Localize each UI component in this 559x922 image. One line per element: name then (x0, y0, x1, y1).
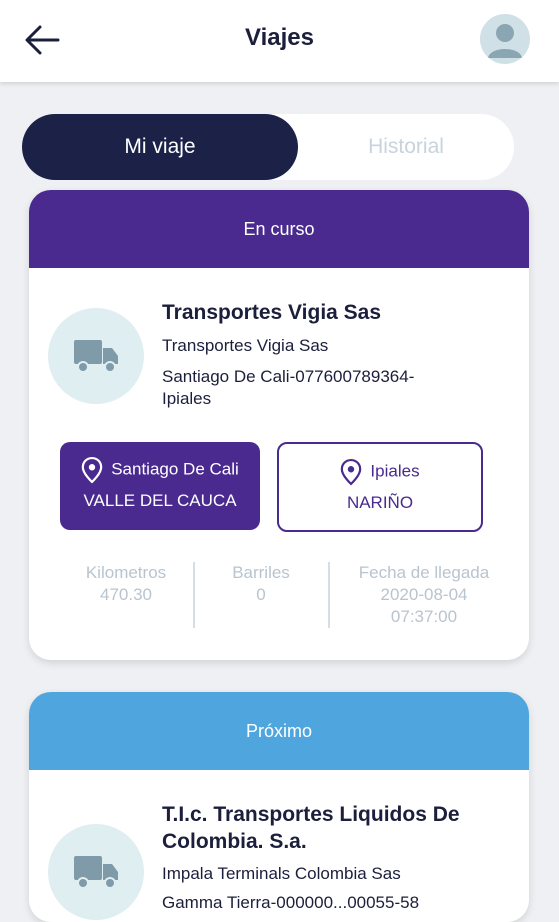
stat-barrels: Barriles 0 (205, 562, 317, 606)
stat-divider (193, 562, 195, 628)
truck-avatar (48, 824, 144, 920)
page-title: Viajes (245, 24, 314, 51)
destination-city: Ipiales (370, 461, 420, 481)
tab-mi-viaje[interactable]: Mi viaje (22, 114, 298, 180)
origin-city: Santiago De Cali (111, 459, 239, 479)
truck-icon (74, 340, 118, 373)
location-pin-icon (81, 456, 103, 484)
destination-department: NARIÑO (346, 493, 414, 512)
user-avatar-icon[interactable] (480, 14, 530, 64)
trip-card-current[interactable]: En curso Transportes Vigia Sas Transport… (29, 190, 529, 660)
stat-arrival-label: Fecha de llegada (358, 563, 490, 582)
company-name: Transportes Vigia Sas (162, 301, 382, 324)
tab-historial[interactable]: Historial (298, 114, 514, 180)
trip-tabs: Mi viaje Historial (22, 114, 514, 180)
trip-card-next[interactable]: Próximo T.I.c. Transportes Liquidos De C… (29, 692, 529, 922)
client-name: Impala Terminals Colombia Sas (162, 864, 401, 883)
company-name-continued: Colombia. S.a. (162, 830, 307, 853)
truck-avatar (48, 308, 144, 404)
client-name: Transportes Vigia Sas (162, 336, 329, 355)
route-line-continued: Ipiales (162, 389, 212, 408)
destination-location: Ipiales NARIÑO (277, 442, 483, 532)
stat-divider (328, 562, 330, 628)
app-header: Viajes (0, 0, 559, 82)
route-line: Gamma Tierra-000000...00055-58 (162, 893, 420, 912)
stat-kilometers: Kilometros 470.30 (67, 562, 185, 606)
stat-barrels-label: Barriles (232, 563, 290, 582)
stat-arrival: Fecha de llegada 2020-08-04 07:37:00 (334, 562, 514, 628)
location-pin-icon (341, 458, 362, 486)
stat-arrival-time: 07:37:00 (390, 607, 458, 626)
company-name: T.I.c. Transportes Liquidos De (162, 803, 460, 826)
origin-department: VALLE DEL CAUCA (83, 491, 237, 510)
trip-status-header: En curso (29, 190, 529, 268)
origin-location: Santiago De Cali VALLE DEL CAUCA (60, 442, 260, 530)
route-line: Santiago De Cali-077600789364- (162, 367, 415, 386)
stat-km-value: 470.30 (100, 585, 152, 604)
trip-status-header: Próximo (29, 692, 529, 770)
truck-icon (74, 856, 118, 889)
stat-barrels-value: 0 (256, 585, 266, 604)
stat-arrival-date: 2020-08-04 (380, 585, 468, 604)
stat-km-label: Kilometros (85, 563, 167, 582)
